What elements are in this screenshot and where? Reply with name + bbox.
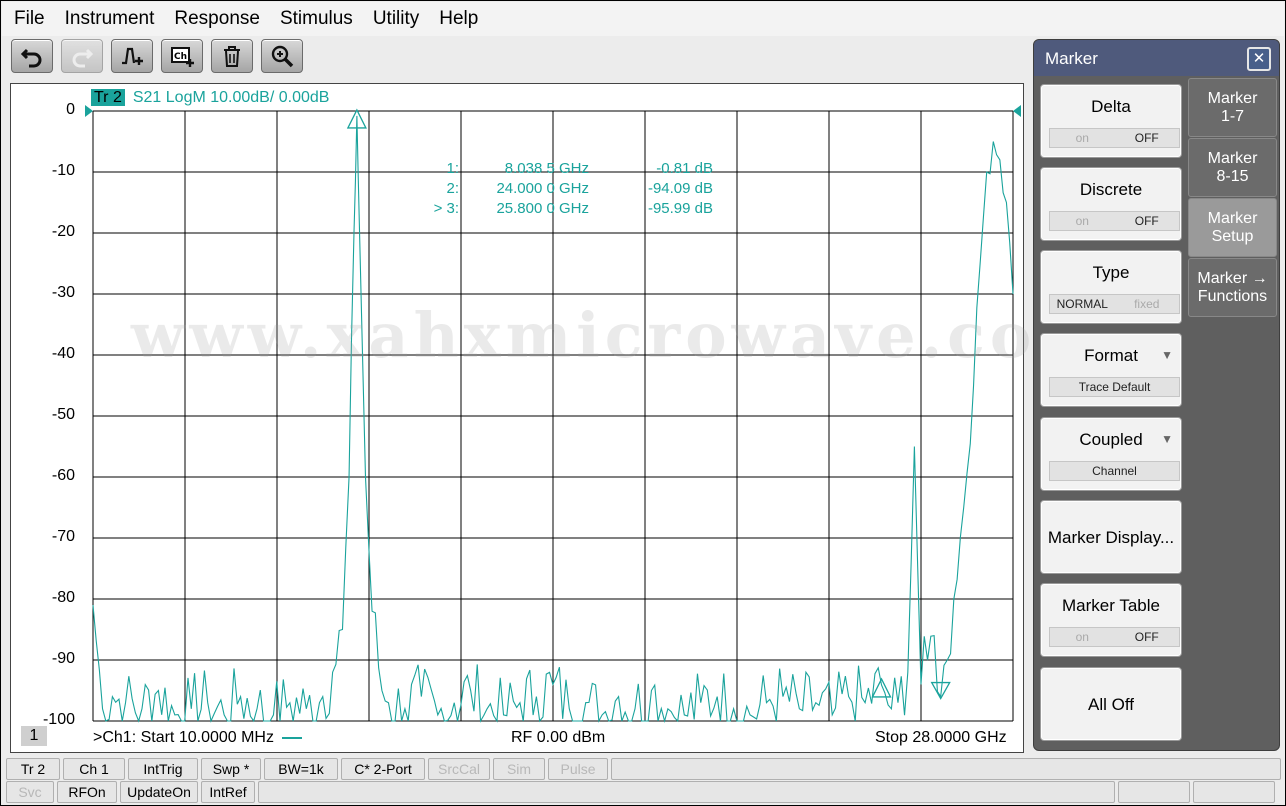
zoom-icon xyxy=(271,45,294,68)
type-button[interactable]: Type NORMAL fixed xyxy=(1040,250,1182,324)
format-button[interactable]: Format ▼ Trace Default xyxy=(1040,333,1182,407)
y-tick-label: -10 xyxy=(51,162,75,179)
channel-number[interactable]: 1 xyxy=(21,726,47,746)
menu-utility[interactable]: Utility xyxy=(363,2,429,36)
status-trigger[interactable]: IntTrig xyxy=(128,758,198,780)
menu-instrument[interactable]: Instrument xyxy=(55,2,165,36)
marker-value: -94.09 dB xyxy=(647,180,713,197)
marker-freq: 25.800 0 GHz xyxy=(496,200,589,217)
marker-table-button[interactable]: Marker Table on OFF xyxy=(1040,583,1182,657)
tab-marker-8-15[interactable]: Marker 8-15 xyxy=(1188,138,1277,197)
svg-text:Ch: Ch xyxy=(174,52,187,62)
status-empty xyxy=(1193,781,1275,803)
tab-marker-setup[interactable]: Marker Setup xyxy=(1188,198,1277,257)
status-srccal: SrcCal xyxy=(428,758,490,780)
watermark: www.xahxmicrowave.com xyxy=(131,299,1107,372)
trace-tag[interactable]: Tr 2 xyxy=(91,89,125,106)
status-sweep[interactable]: Swp * xyxy=(201,758,261,780)
status-trace[interactable]: Tr 2 xyxy=(6,758,60,780)
app-window: File Instrument Response Stimulus Utilit… xyxy=(0,0,1286,806)
status-int-ref[interactable]: IntRef xyxy=(201,781,255,803)
chevron-down-icon: ▼ xyxy=(1161,348,1173,362)
menu-help[interactable]: Help xyxy=(429,2,488,36)
status-svc: Svc xyxy=(6,781,54,803)
tab-marker-1-7[interactable]: Marker 1-7 xyxy=(1188,78,1277,137)
y-tick-label: -80 xyxy=(51,589,75,606)
add-channel-icon: Ch xyxy=(171,47,194,67)
trace-plot[interactable]: Tr 2 S21 LogM 10.00dB/ 0.00dB 0 -10 -20 -30 -… xyxy=(10,83,1102,753)
coupled-button[interactable]: Coupled ▼ Channel xyxy=(1040,417,1182,491)
start-frequency[interactable]: >Ch1: Start 10.0000 MHz xyxy=(93,729,303,747)
trace-info: S21 LogM 10.00dB/ 0.00dB xyxy=(132,89,330,106)
marker-value: -0.81 dB xyxy=(656,160,713,177)
discrete-button[interactable]: Discrete on OFF xyxy=(1040,167,1182,241)
y-tick-label: -60 xyxy=(51,467,75,484)
y-tick-label: -30 xyxy=(51,284,75,301)
all-off-button[interactable]: All Off xyxy=(1040,667,1182,741)
tab-marker-functions[interactable]: Marker → Functions xyxy=(1188,258,1277,317)
trace-header: Tr 2 S21 LogM 10.00dB/ 0.00dB xyxy=(91,89,329,107)
status-bar-bottom: Svc RFOn UpdateOn IntRef xyxy=(6,781,1275,803)
discrete-toggle[interactable]: on OFF xyxy=(1049,211,1180,231)
status-calibration[interactable]: C* 2-Port xyxy=(341,758,425,780)
marker-value: -95.99 dB xyxy=(647,200,713,217)
y-tick-label: -90 xyxy=(51,650,75,667)
zoom-button[interactable] xyxy=(261,39,303,73)
trash-icon xyxy=(224,46,240,67)
y-tick-label: -40 xyxy=(51,345,75,362)
toolbar: Ch xyxy=(11,39,303,75)
delete-button[interactable] xyxy=(211,39,253,73)
marker-triangle xyxy=(871,677,892,698)
reference-arrow-right xyxy=(1013,105,1021,117)
marker-label: > 3: xyxy=(433,200,459,217)
redo-icon xyxy=(72,48,94,68)
format-value: Trace Default xyxy=(1049,377,1180,397)
marker-table-toggle[interactable]: on OFF xyxy=(1049,627,1180,647)
delta-button[interactable]: Delta on OFF xyxy=(1040,84,1182,158)
status-bar-top: Tr 2 Ch 1 IntTrig Swp * BW=1k C* 2-Port … xyxy=(6,758,1281,780)
panel-title: Marker xyxy=(1034,40,1279,76)
status-update-on[interactable]: UpdateOn xyxy=(120,781,198,803)
marker-display-button[interactable]: Marker Display... xyxy=(1040,500,1182,574)
stop-frequency[interactable]: Stop 28.0000 GHz xyxy=(875,729,1007,747)
menu-file[interactable]: File xyxy=(2,2,55,36)
marker-panel: Marker ✕ Delta on OFF Discrete on OFF Type… xyxy=(1033,39,1280,751)
marker-freq: 8.038 5 GHz xyxy=(504,160,589,177)
y-tick-label: -50 xyxy=(51,406,75,423)
y-tick-label: -70 xyxy=(51,528,75,545)
marker-label: 2: xyxy=(446,180,459,197)
undo-icon xyxy=(20,48,42,68)
close-icon[interactable]: ✕ xyxy=(1247,47,1271,71)
menu-response[interactable]: Response xyxy=(164,2,270,36)
delta-toggle[interactable]: on OFF xyxy=(1049,128,1180,148)
status-empty xyxy=(1118,781,1190,803)
status-channel[interactable]: Ch 1 xyxy=(63,758,125,780)
chevron-down-icon: ▼ xyxy=(1161,432,1173,446)
undo-button[interactable] xyxy=(11,39,53,73)
type-toggle[interactable]: NORMAL fixed xyxy=(1049,294,1180,314)
status-empty xyxy=(611,758,1281,780)
coupled-value: Channel xyxy=(1049,461,1180,481)
add-trace-icon xyxy=(122,47,143,65)
status-empty xyxy=(258,781,1115,803)
marker-label: 1: xyxy=(446,160,459,177)
redo-button[interactable] xyxy=(61,39,103,73)
y-tick-label: 0 xyxy=(66,101,75,118)
add-trace-button[interactable] xyxy=(111,39,153,73)
marker-freq: 24.000 0 GHz xyxy=(496,180,589,197)
menu-bar: File Instrument Response Stimulus Utilit… xyxy=(2,2,1284,36)
y-tick-label: -20 xyxy=(51,223,75,240)
status-rf-on[interactable]: RFOn xyxy=(57,781,117,803)
status-pulse: Pulse xyxy=(548,758,608,780)
rf-power[interactable]: RF 0.00 dBm xyxy=(511,729,605,747)
menu-stimulus[interactable]: Stimulus xyxy=(270,2,363,36)
status-sim: Sim xyxy=(493,758,545,780)
add-channel-button[interactable]: Ch xyxy=(161,39,203,73)
status-bandwidth[interactable]: BW=1k xyxy=(264,758,338,780)
